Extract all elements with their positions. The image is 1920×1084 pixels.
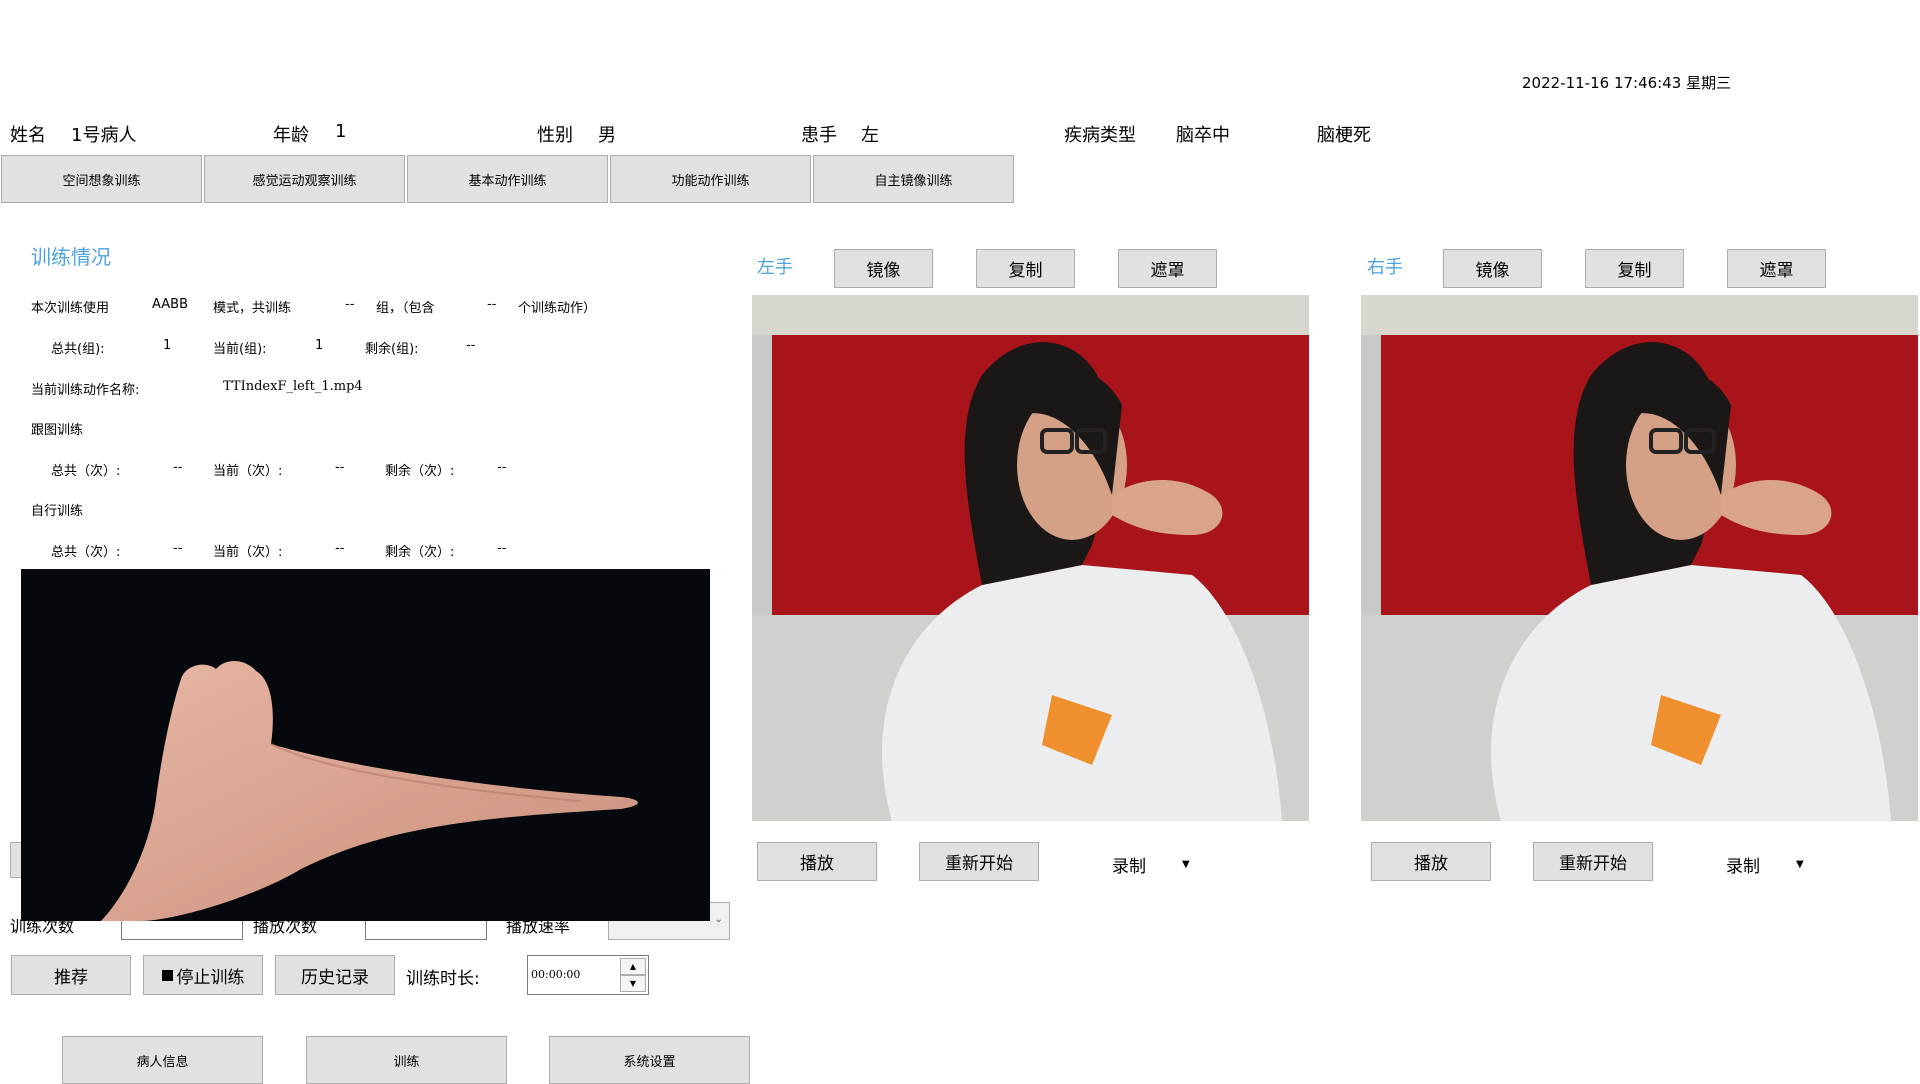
self-training-title: 自行训练	[31, 504, 84, 519]
age-label: 年龄	[273, 125, 309, 146]
affected-hand-value: 左	[861, 125, 879, 146]
right-play-button[interactable]: 播放	[1371, 842, 1491, 881]
right-copy-button[interactable]: 复制	[1585, 249, 1684, 288]
line1-g: 个训练动作）	[518, 301, 597, 316]
follow-total-label: 总共（次）:	[51, 464, 121, 479]
line1-c: 模式，共训练	[213, 301, 292, 316]
duration-label: 训练时长:	[406, 969, 480, 989]
name-label: 姓名	[10, 125, 46, 146]
self-remaining-value: --	[497, 541, 507, 556]
left-record-dropdown[interactable]: 录制 ▼	[1112, 852, 1190, 877]
caret-down-icon: ▼	[1796, 859, 1804, 870]
groups-total-value: 1	[163, 338, 172, 353]
nav-training[interactable]: 训练	[306, 1036, 507, 1084]
nav-patient-info[interactable]: 病人信息	[62, 1036, 263, 1084]
stop-training-label: 停止训练	[176, 967, 245, 988]
history-button[interactable]: 历史记录	[275, 955, 395, 995]
right-hand-title: 右手	[1367, 257, 1403, 278]
age-value: 1	[335, 121, 347, 142]
self-total-value: --	[173, 541, 183, 556]
follow-remaining-value: --	[497, 460, 507, 475]
left-record-label: 录制	[1112, 857, 1146, 877]
right-restart-button[interactable]: 重新开始	[1533, 842, 1653, 881]
left-restart-button[interactable]: 重新开始	[919, 842, 1039, 881]
caret-down-icon: ▼	[1182, 859, 1190, 870]
disease-type-value: 脑卒中	[1176, 125, 1230, 146]
datetime: 2022-11-16 17:46:43 星期三	[1522, 74, 1732, 92]
follow-training-title: 跟图训练	[31, 423, 84, 438]
spinner-up-button[interactable]: ▲	[620, 958, 646, 975]
gender-value: 男	[598, 125, 616, 146]
duration-value: 00:00:00	[531, 968, 581, 981]
left-copy-button[interactable]: 复制	[976, 249, 1075, 288]
tab-sensorimotor-observation[interactable]: 感觉运动观察训练	[204, 155, 405, 203]
line1-mode: AABB	[152, 297, 188, 312]
left-mask-button[interactable]: 遮罩	[1118, 249, 1217, 288]
left-hand-title: 左手	[757, 257, 793, 278]
follow-current-label: 当前（次）:	[213, 464, 283, 479]
recommend-button[interactable]: 推荐	[11, 955, 131, 995]
right-record-dropdown[interactable]: 录制 ▼	[1726, 852, 1804, 877]
hand-illustration	[101, 660, 638, 921]
follow-total-value: --	[173, 460, 183, 475]
right-record-label: 录制	[1726, 857, 1760, 877]
camera-image-right	[1361, 295, 1918, 821]
line1-e: 组，（包含	[376, 301, 435, 316]
line1-actions: --	[487, 297, 497, 312]
camera-image-left	[752, 295, 1309, 821]
training-video	[21, 569, 710, 921]
line1-groups: --	[345, 297, 355, 312]
right-mask-button[interactable]: 遮罩	[1727, 249, 1826, 288]
name-value: 1号病人	[71, 125, 137, 146]
groups-total-label: 总共(组):	[51, 342, 105, 357]
tab-functional-action[interactable]: 功能动作训练	[610, 155, 811, 203]
right-camera-feed	[1361, 295, 1918, 821]
nav-system-settings[interactable]: 系统设置	[549, 1036, 750, 1084]
groups-remaining-label: 剩余(组):	[365, 342, 419, 357]
left-camera-feed	[752, 295, 1309, 821]
tab-basic-action[interactable]: 基本动作训练	[407, 155, 608, 203]
left-mirror-button[interactable]: 镜像	[834, 249, 933, 288]
chevron-down-icon: ⌄	[714, 914, 723, 925]
affected-hand-label: 患手	[801, 125, 837, 146]
right-mirror-button[interactable]: 镜像	[1443, 249, 1542, 288]
groups-current-label: 当前(组):	[213, 342, 267, 357]
groups-current-value: 1	[315, 338, 324, 353]
self-current-label: 当前（次）:	[213, 545, 283, 560]
gender-label: 性别	[537, 125, 573, 146]
self-remaining-label: 剩余（次）:	[385, 545, 455, 560]
action-name-value: TTIndexF_left_1.mp4	[223, 379, 363, 394]
line1-a: 本次训练使用	[31, 301, 110, 316]
stop-training-button[interactable]: 停止训练	[143, 955, 263, 995]
self-current-value: --	[335, 541, 345, 556]
follow-remaining-label: 剩余（次）:	[385, 464, 455, 479]
stop-icon	[161, 969, 173, 981]
follow-current-value: --	[335, 460, 345, 475]
groups-remaining-value: --	[466, 338, 476, 353]
tab-spatial-imagination[interactable]: 空间想象训练	[1, 155, 202, 203]
left-play-button[interactable]: 播放	[757, 842, 877, 881]
disease-subtype-value: 脑梗死	[1317, 125, 1371, 146]
duration-spinner[interactable]: 00:00:00 ▲ ▼	[527, 955, 649, 995]
spinner-down-button[interactable]: ▼	[620, 975, 646, 992]
self-total-label: 总共（次）:	[51, 545, 121, 560]
tab-self-mirror[interactable]: 自主镜像训练	[813, 155, 1014, 203]
disease-type-label: 疾病类型	[1064, 125, 1136, 146]
action-name-label: 当前训练动作名称:	[31, 383, 140, 398]
status-title: 训练情况	[31, 245, 111, 269]
